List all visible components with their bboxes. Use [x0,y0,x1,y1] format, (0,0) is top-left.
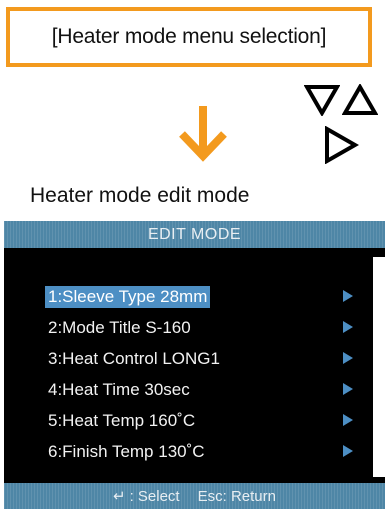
menu-item-finish-temp[interactable]: 6:Finish Temp 130˚C [45,436,360,467]
select-hint: : Select [129,487,180,505]
triangle-up-icon[interactable] [342,84,378,116]
arrow-down-icon [179,106,227,162]
screen-footer: ↵ : Select Esc: Return [4,483,385,509]
menu-item-heat-time[interactable]: 4:Heat Time 30sec [45,374,360,405]
menu-item-label: 1:Sleeve Type 28mm [45,285,211,308]
triangle-down-icon[interactable] [304,84,340,116]
menu-selection-box: [Heater mode menu selection] [6,7,372,67]
triangle-right-icon [343,321,353,333]
menu-item-heat-temp[interactable]: 5:Heat Temp 160˚C [45,405,360,436]
menu-selection-label: [Heater mode menu selection] [51,25,327,48]
screen-title: EDIT MODE [147,225,242,243]
menu-item-label: 5:Heat Temp 160˚C [48,410,196,430]
menu-item-label: 4:Heat Time 30sec [48,379,190,399]
scrollbar[interactable] [373,257,385,477]
return-hint: Esc: Return [197,487,276,505]
menu-item-mode-title[interactable]: 2:Mode Title S-160 [45,312,360,343]
enter-key-icon: ↵ [113,488,126,505]
lcd-screen: EDIT MODE 1:Sleeve Type 28mm 2:Mode Titl… [4,221,385,509]
screen-header: EDIT MODE [4,221,385,248]
caption: Heater mode edit mode [30,184,250,207]
triangle-right-icon [343,445,353,457]
triangle-right-icon [343,383,353,395]
triangle-right-icon [343,414,353,426]
menu-item-heat-control[interactable]: 3:Heat Control LONG1 [45,343,360,374]
triangle-right-icon [343,352,353,364]
menu-item-label: 6:Finish Temp 130˚C [48,441,205,461]
menu-item-label: 3:Heat Control LONG1 [48,348,220,368]
triangle-right-icon[interactable] [323,126,359,164]
menu-item-label: 2:Mode Title S-160 [48,317,191,337]
menu-item-sleeve-type[interactable]: 1:Sleeve Type 28mm [45,281,360,312]
triangle-right-icon [343,290,353,302]
menu-list: 1:Sleeve Type 28mm 2:Mode Title S-160 3:… [45,281,360,467]
